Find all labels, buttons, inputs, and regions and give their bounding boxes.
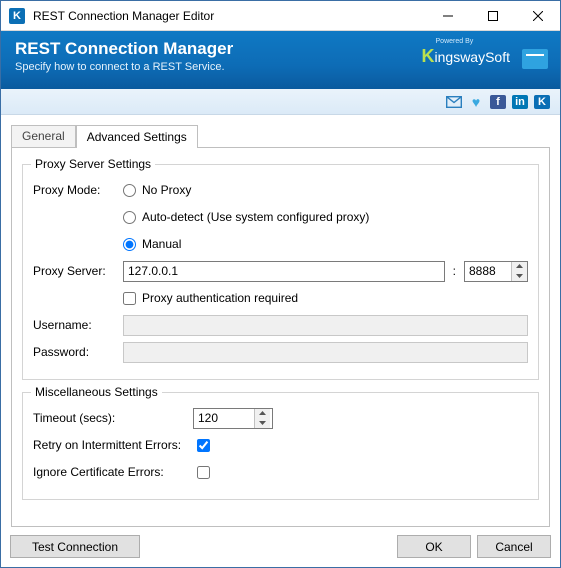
port-up-button[interactable] (512, 262, 527, 272)
facebook-icon[interactable]: f (490, 95, 506, 109)
retry-label: Retry on Intermittent Errors: (33, 438, 193, 452)
ok-button[interactable]: OK (397, 535, 471, 558)
mail-icon[interactable] (446, 95, 462, 109)
proxy-port-input[interactable] (465, 262, 511, 281)
twitter-icon[interactable]: ♥ (468, 95, 484, 109)
username-label: Username: (33, 318, 123, 332)
radio-auto-detect[interactable]: Auto-detect (Use system configured proxy… (123, 206, 369, 228)
ignore-cert-label: Ignore Certificate Errors: (33, 465, 193, 479)
test-connection-button[interactable]: Test Connection (10, 535, 140, 558)
cancel-button[interactable]: Cancel (477, 535, 551, 558)
title-bar: K REST Connection Manager Editor (1, 1, 560, 31)
tab-advanced-settings[interactable]: Advanced Settings (76, 125, 198, 148)
timeout-label: Timeout (secs): (33, 411, 193, 425)
username-input (123, 315, 528, 336)
footer: Test Connection OK Cancel (10, 535, 551, 558)
monitor-icon (522, 49, 548, 69)
group-proxy-legend: Proxy Server Settings (31, 157, 155, 171)
retry-checkbox[interactable] (197, 439, 210, 452)
proxy-port-stepper[interactable] (464, 261, 528, 282)
tab-panel-advanced: Proxy Server Settings Proxy Mode: No Pro… (11, 147, 550, 527)
radio-no-proxy[interactable]: No Proxy (123, 179, 191, 201)
group-misc-settings: Miscellaneous Settings Timeout (secs): R… (22, 392, 539, 500)
proxy-server-label: Proxy Server: (33, 264, 123, 278)
port-separator: : (453, 264, 456, 278)
kingswaysoft-icon[interactable]: K (534, 95, 550, 109)
timeout-input[interactable] (194, 409, 254, 428)
password-label: Password: (33, 345, 123, 359)
tab-general[interactable]: General (11, 125, 76, 147)
maximize-button[interactable] (470, 1, 515, 31)
group-misc-legend: Miscellaneous Settings (31, 385, 162, 399)
linkedin-icon[interactable]: in (512, 95, 528, 109)
port-down-button[interactable] (512, 271, 527, 281)
proxy-mode-label: Proxy Mode: (33, 183, 123, 197)
timeout-down-button[interactable] (255, 418, 270, 428)
timeout-up-button[interactable] (255, 409, 270, 419)
close-button[interactable] (515, 1, 560, 31)
tab-row: General Advanced Settings (11, 125, 550, 147)
app-icon: K (9, 8, 25, 24)
radio-manual[interactable]: Manual (123, 233, 181, 255)
password-input (123, 342, 528, 363)
timeout-stepper[interactable] (193, 408, 273, 429)
social-bar: ♥ f in K (1, 89, 560, 115)
checkbox-proxy-auth[interactable]: Proxy authentication required (123, 287, 298, 309)
ignore-cert-checkbox[interactable] (197, 466, 210, 479)
header-banner: REST Connection Manager Specify how to c… (1, 31, 560, 89)
brand-logo: Powered By KingswaySoft (422, 46, 510, 67)
window-title: REST Connection Manager Editor (33, 9, 425, 23)
group-proxy-settings: Proxy Server Settings Proxy Mode: No Pro… (22, 164, 539, 380)
minimize-button[interactable] (425, 1, 470, 31)
proxy-server-input[interactable] (123, 261, 445, 282)
